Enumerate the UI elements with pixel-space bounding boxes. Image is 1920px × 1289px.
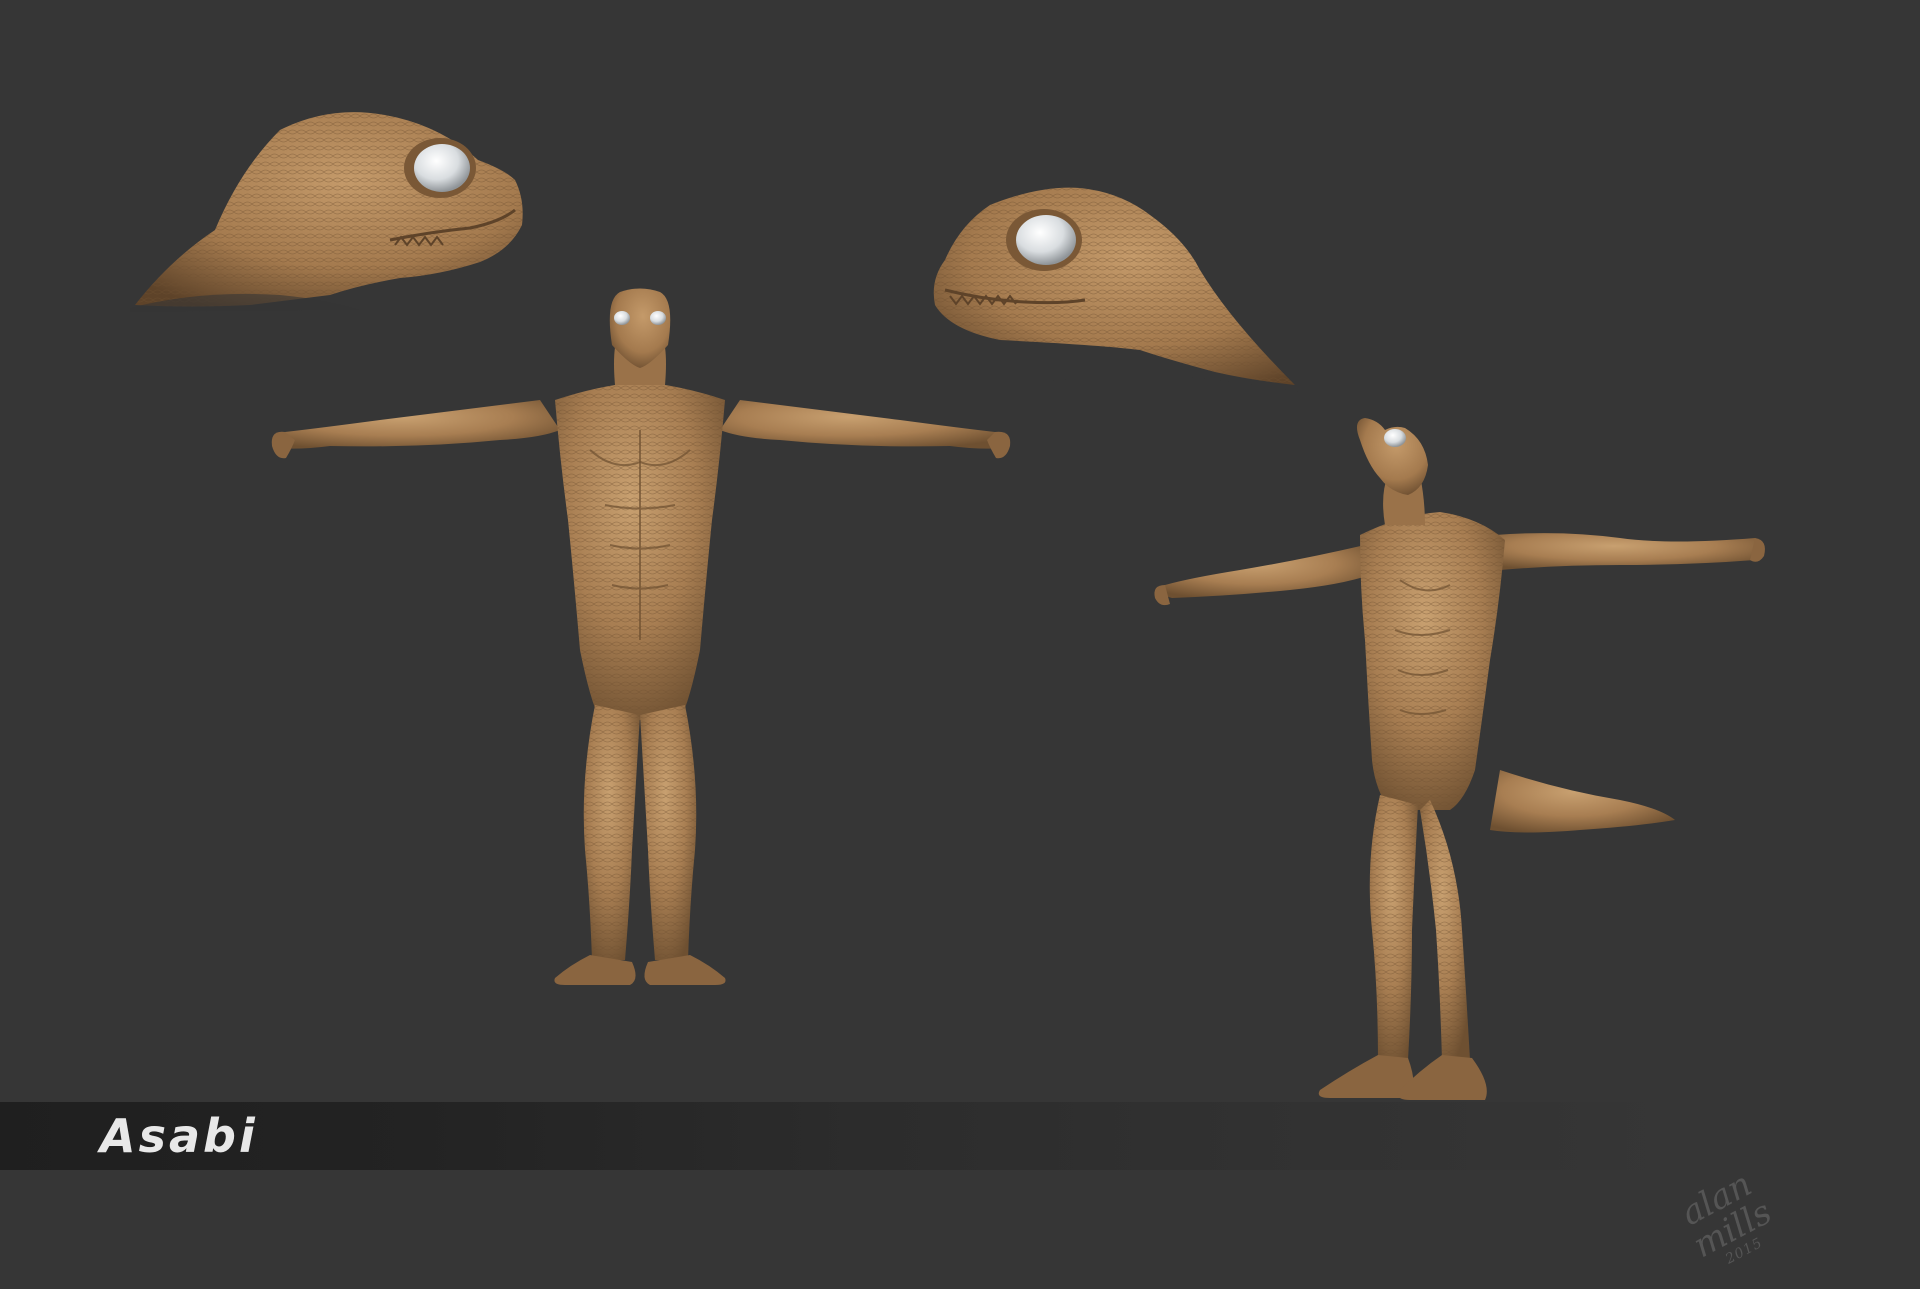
head-closeup-right-view (933, 187, 1300, 392)
three-quarter-t-pose-figure (1154, 418, 1765, 1100)
title-banner (0, 1102, 1920, 1170)
head-closeup-left-view (130, 112, 523, 312)
render-stage (0, 0, 1920, 1281)
sculpt-renders (130, 112, 1765, 1100)
front-t-pose-figure (271, 288, 1011, 985)
character-title: Asabi (100, 1109, 258, 1163)
